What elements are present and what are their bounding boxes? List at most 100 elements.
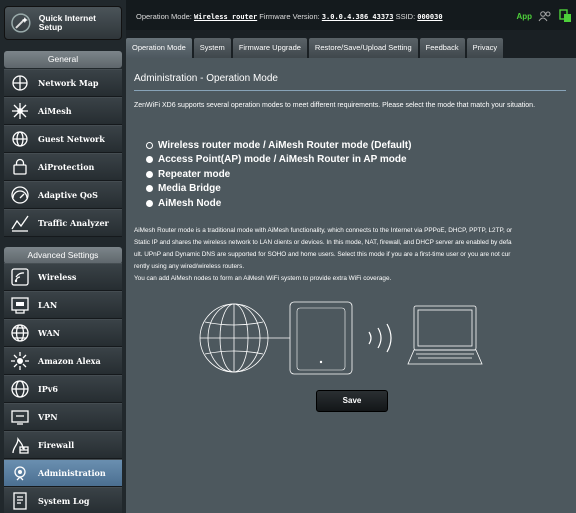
lan-icon — [11, 297, 29, 314]
mode-description: AiMesh Router mode is a traditional mode… — [134, 225, 572, 285]
sidebar-item-system-log[interactable]: System Log — [4, 487, 122, 513]
radio-button[interactable] — [146, 185, 153, 193]
sidebar-item-label: IPv6 — [38, 384, 58, 394]
mode-description-line: ult. UPnP and Dynamic DNS are supported … — [134, 251, 511, 258]
save-button[interactable]: Save — [316, 390, 388, 412]
sidebar-item-label: AiProtection — [38, 162, 95, 172]
radio-button[interactable] — [146, 156, 153, 164]
advanced-settings-section-header: Advanced Settings — [4, 247, 122, 264]
sidebar-item-label: LAN — [38, 300, 58, 310]
sidebar-item-label: VPN — [38, 412, 58, 422]
sidebar-item-traffic-analyzer[interactable]: Traffic Analyzer — [4, 209, 122, 237]
tab-bar: Operation Mode System Firmware Upgrade Rest… — [126, 38, 505, 58]
operation-mode-label: Wireless router mode / AiMesh Router mod… — [158, 139, 412, 151]
wireless-icon — [11, 268, 29, 286]
aimesh-icon — [12, 103, 28, 119]
lock-icon — [13, 158, 27, 175]
title-divider — [134, 90, 566, 91]
router-mode-diagram — [199, 301, 483, 375]
mode-description-line: Static IP and shares the wireless networ… — [134, 239, 512, 246]
sidebar-item-label: WAN — [38, 328, 60, 338]
ssid-link[interactable]: 000030 — [417, 13, 442, 21]
quick-internet-setup-label: Quick Internet Setup — [38, 13, 96, 32]
globe-icon — [11, 324, 29, 342]
top-status-bar: Operation Mode: Wireless router Firmware… — [126, 0, 576, 30]
globe-illustration — [199, 303, 269, 373]
sidebar-item-network-map[interactable]: Network Map — [4, 69, 122, 97]
ssid-label: SSID: — [395, 12, 416, 21]
tab-firmware-upgrade[interactable]: Firmware Upgrade — [232, 38, 307, 58]
sidebar-item-label: AiMesh — [38, 106, 72, 116]
page-title: Administration - Operation Mode — [134, 73, 278, 84]
operation-mode-options: Wireless router mode / AiMesh Router mod… — [146, 138, 411, 211]
sidebar-item-label: Adaptive QoS — [38, 190, 98, 200]
tab-restore-save-upload-setting[interactable]: Restore/Save/Upload Setting — [308, 38, 418, 58]
app-link[interactable]: App — [516, 12, 532, 21]
sidebar-item-lan[interactable]: LAN — [4, 291, 122, 319]
tab-operation-mode[interactable]: Operation Mode — [126, 38, 192, 58]
sidebar-item-wireless[interactable]: Wireless — [4, 263, 122, 291]
gauge-icon — [11, 186, 29, 204]
mode-description-line: AiMesh Router mode is a traditional mode… — [134, 227, 513, 234]
operation-mode-link[interactable]: Wireless router — [194, 13, 257, 21]
sidebar-item-firewall[interactable]: Firewall — [4, 431, 122, 459]
ipv6-icon — [11, 380, 29, 398]
administration-icon — [14, 466, 26, 481]
general-section-header: General — [4, 51, 122, 68]
operation-mode-option[interactable]: Media Bridge — [146, 182, 411, 197]
usb-status-icon[interactable] — [558, 9, 572, 23]
tab-feedback[interactable]: Feedback — [419, 38, 465, 58]
general-menu: Network Map AiMesh Guest Network AiProtecti… — [4, 69, 122, 237]
sidebar-item-label: System Log — [38, 496, 90, 506]
sidebar-item-aimesh[interactable]: AiMesh — [4, 97, 122, 125]
sidebar-item-label: Firewall — [38, 440, 75, 450]
alexa-icon — [11, 352, 29, 370]
sidebar: Quick Internet Setup General Network Map… — [0, 0, 126, 513]
firewall-icon — [12, 437, 29, 454]
sidebar-item-label: Administration — [38, 468, 106, 478]
sidebar-item-guest-network[interactable]: Guest Network — [4, 125, 122, 153]
sidebar-item-label: Wireless — [38, 272, 77, 282]
firmware-version-link[interactable]: 3.0.0.4.386_43373 — [322, 13, 394, 21]
sidebar-item-label: Guest Network — [38, 134, 105, 144]
sidebar-item-administration[interactable]: Administration — [4, 459, 122, 487]
router-illustration — [289, 301, 353, 375]
operation-mode-option[interactable]: Repeater mode — [146, 167, 411, 182]
radio-button[interactable] — [146, 141, 153, 149]
tab-privacy[interactable]: Privacy — [466, 38, 504, 58]
operation-mode-option[interactable]: AiMesh Node — [146, 196, 411, 211]
sidebar-item-label: Amazon Alexa — [38, 356, 101, 366]
operation-mode-label: Access Point(AP) mode / AiMesh Router in… — [158, 154, 407, 166]
firmware-version-label: Firmware Version: — [259, 12, 320, 21]
tab-system[interactable]: System — [193, 38, 231, 58]
advanced-menu: Wireless LAN WAN Amazon Alexa IPv6 VPN Firewal… — [4, 263, 122, 513]
operation-mode-label: Operation Mode: — [136, 12, 192, 21]
sidebar-item-wan[interactable]: WAN — [4, 319, 122, 347]
status-line: Operation Mode: Wireless router Firmware… — [136, 12, 443, 21]
mode-description-line: rently using any wired/wireless routers. — [134, 263, 245, 270]
users-icon[interactable] — [538, 9, 552, 23]
traffic-analyzer-icon — [11, 215, 29, 232]
radio-button[interactable] — [146, 170, 153, 178]
page-description: ZenWiFi XD6 supports several operation m… — [134, 102, 536, 109]
network-map-icon — [12, 75, 28, 91]
sidebar-item-amazon-alexa[interactable]: Amazon Alexa — [4, 347, 122, 375]
sidebar-item-ipv6[interactable]: IPv6 — [4, 375, 122, 403]
operation-mode-label: AiMesh Node — [158, 197, 222, 209]
vpn-icon — [11, 410, 29, 425]
operation-mode-label: Repeater mode — [158, 168, 231, 180]
sidebar-item-label: Network Map — [38, 78, 99, 88]
laptop-illustration — [407, 305, 483, 365]
radio-button[interactable] — [146, 199, 153, 207]
mode-description-line: You can add AiMesh nodes to form an AiMe… — [134, 275, 392, 282]
sidebar-item-aiprotection[interactable]: AiProtection — [4, 153, 122, 181]
quick-internet-setup-button[interactable]: Quick Internet Setup — [4, 6, 122, 40]
sidebar-item-adaptive-qos[interactable]: Adaptive QoS — [4, 181, 122, 209]
operation-mode-label: Media Bridge — [158, 183, 221, 195]
guest-network-icon — [12, 131, 28, 147]
operation-mode-option[interactable]: Wireless router mode / AiMesh Router mod… — [146, 138, 411, 153]
sidebar-item-vpn[interactable]: VPN — [4, 403, 122, 431]
system-log-icon — [13, 492, 27, 510]
operation-mode-option[interactable]: Access Point(AP) mode / AiMesh Router in… — [146, 153, 411, 168]
magic-wand-icon — [11, 13, 31, 33]
